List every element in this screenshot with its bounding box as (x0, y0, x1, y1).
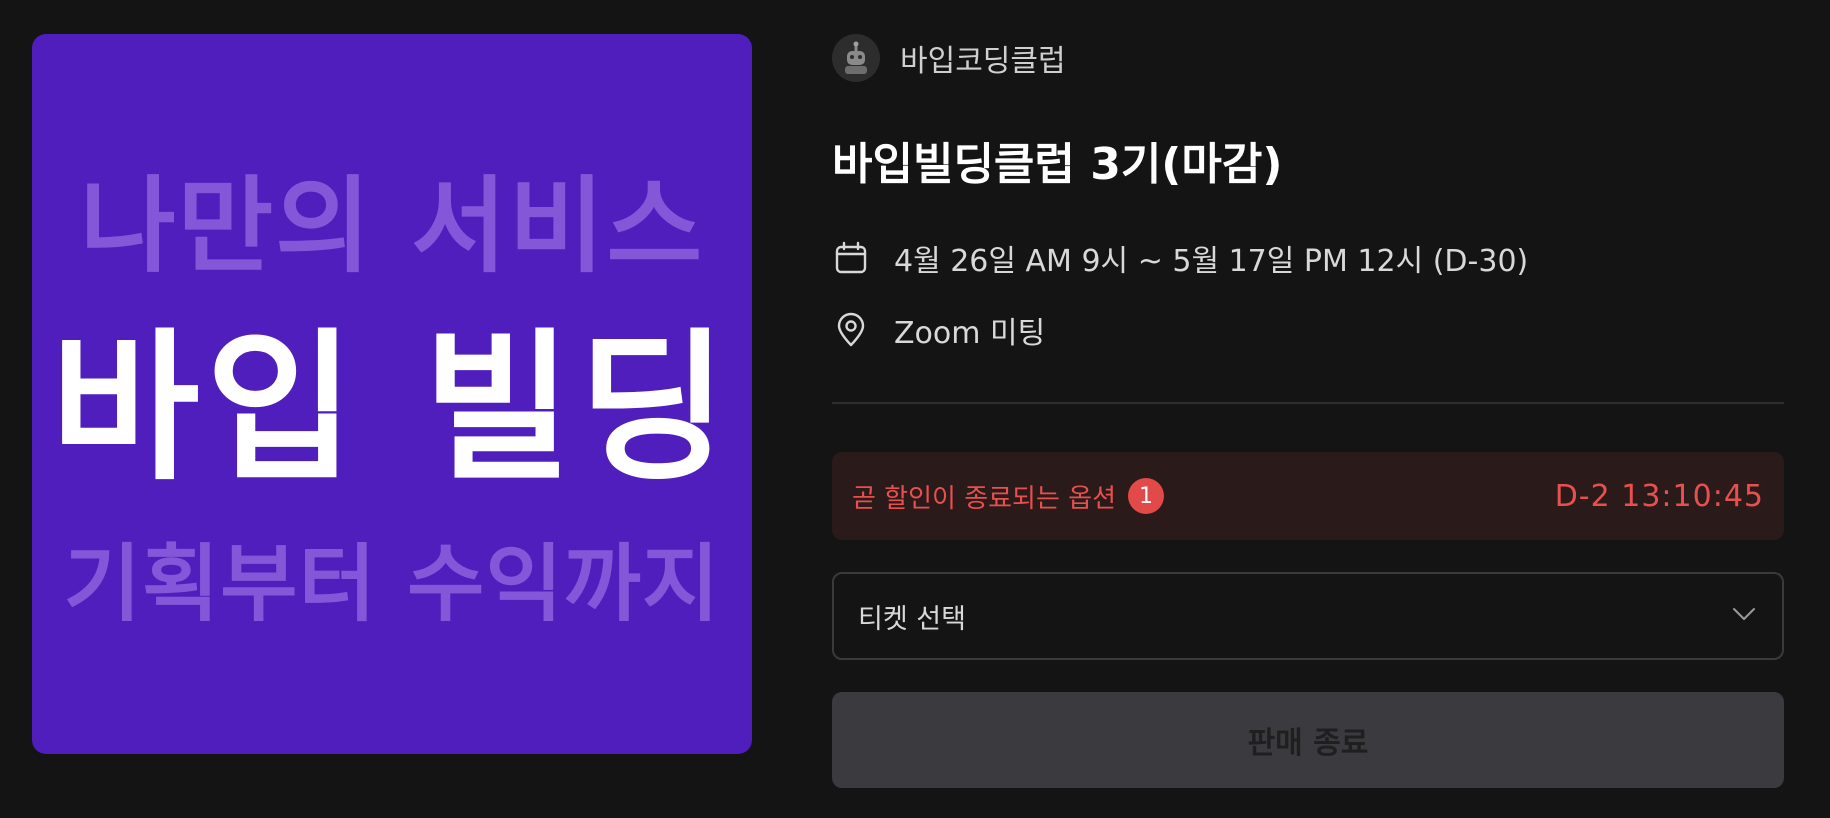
robot-avatar-icon (832, 34, 880, 82)
event-info-panel: 바입코딩클럽 바입빌딩클럽 3기(마감) 4월 26일 AM 9시 ~ 5월 1… (832, 0, 1784, 818)
discount-count-badge: 1 (1128, 478, 1164, 514)
discount-notice-left: 곧 할인이 종료되는 옵션 1 (852, 478, 1164, 515)
host-profile[interactable]: 바입코딩클럽 (832, 34, 1066, 82)
host-name: 바입코딩클럽 (900, 44, 1066, 79)
event-title: 바입빌딩클럽 3기(마감) (832, 139, 1283, 190)
section-divider (832, 402, 1784, 404)
ticket-select-dropdown[interactable]: 티켓 선택 (832, 572, 1784, 660)
event-poster-image: 나만의 서비스 바입 빌딩 기획부터 수익까지 (32, 34, 752, 754)
event-date-text: 4월 26일 AM 9시 ~ 5월 17일 PM 12시 (D-30) (894, 244, 1529, 279)
poster-headline: 바입 빌딩 (50, 315, 734, 503)
discount-notice-text: 곧 할인이 종료되는 옵션 (852, 483, 1116, 514)
poster-tagline-top: 나만의 서비스 (79, 165, 705, 287)
event-date-row: 4월 26일 AM 9시 ~ 5월 17일 PM 12시 (D-30) (832, 236, 1528, 280)
calendar-icon (832, 239, 870, 277)
event-location-text: Zoom 미팅 (894, 316, 1046, 351)
event-location-row: Zoom 미팅 (832, 308, 1045, 352)
event-page: 나만의 서비스 바입 빌딩 기획부터 수익까지 바입코딩클럽 바입빌딩클럽 3기… (0, 0, 1830, 818)
location-pin-icon (832, 311, 870, 349)
ticket-select-label: 티켓 선택 (858, 603, 966, 635)
sold-out-button[interactable]: 판매 종료 (832, 692, 1784, 788)
chevron-down-icon (1730, 600, 1758, 632)
poster-tagline-bottom: 기획부터 수익까지 (63, 535, 721, 633)
discount-notice: 곧 할인이 종료되는 옵션 1 D-2 13:10:45 (832, 452, 1784, 540)
discount-countdown-timer: D-2 13:10:45 (1554, 478, 1764, 514)
